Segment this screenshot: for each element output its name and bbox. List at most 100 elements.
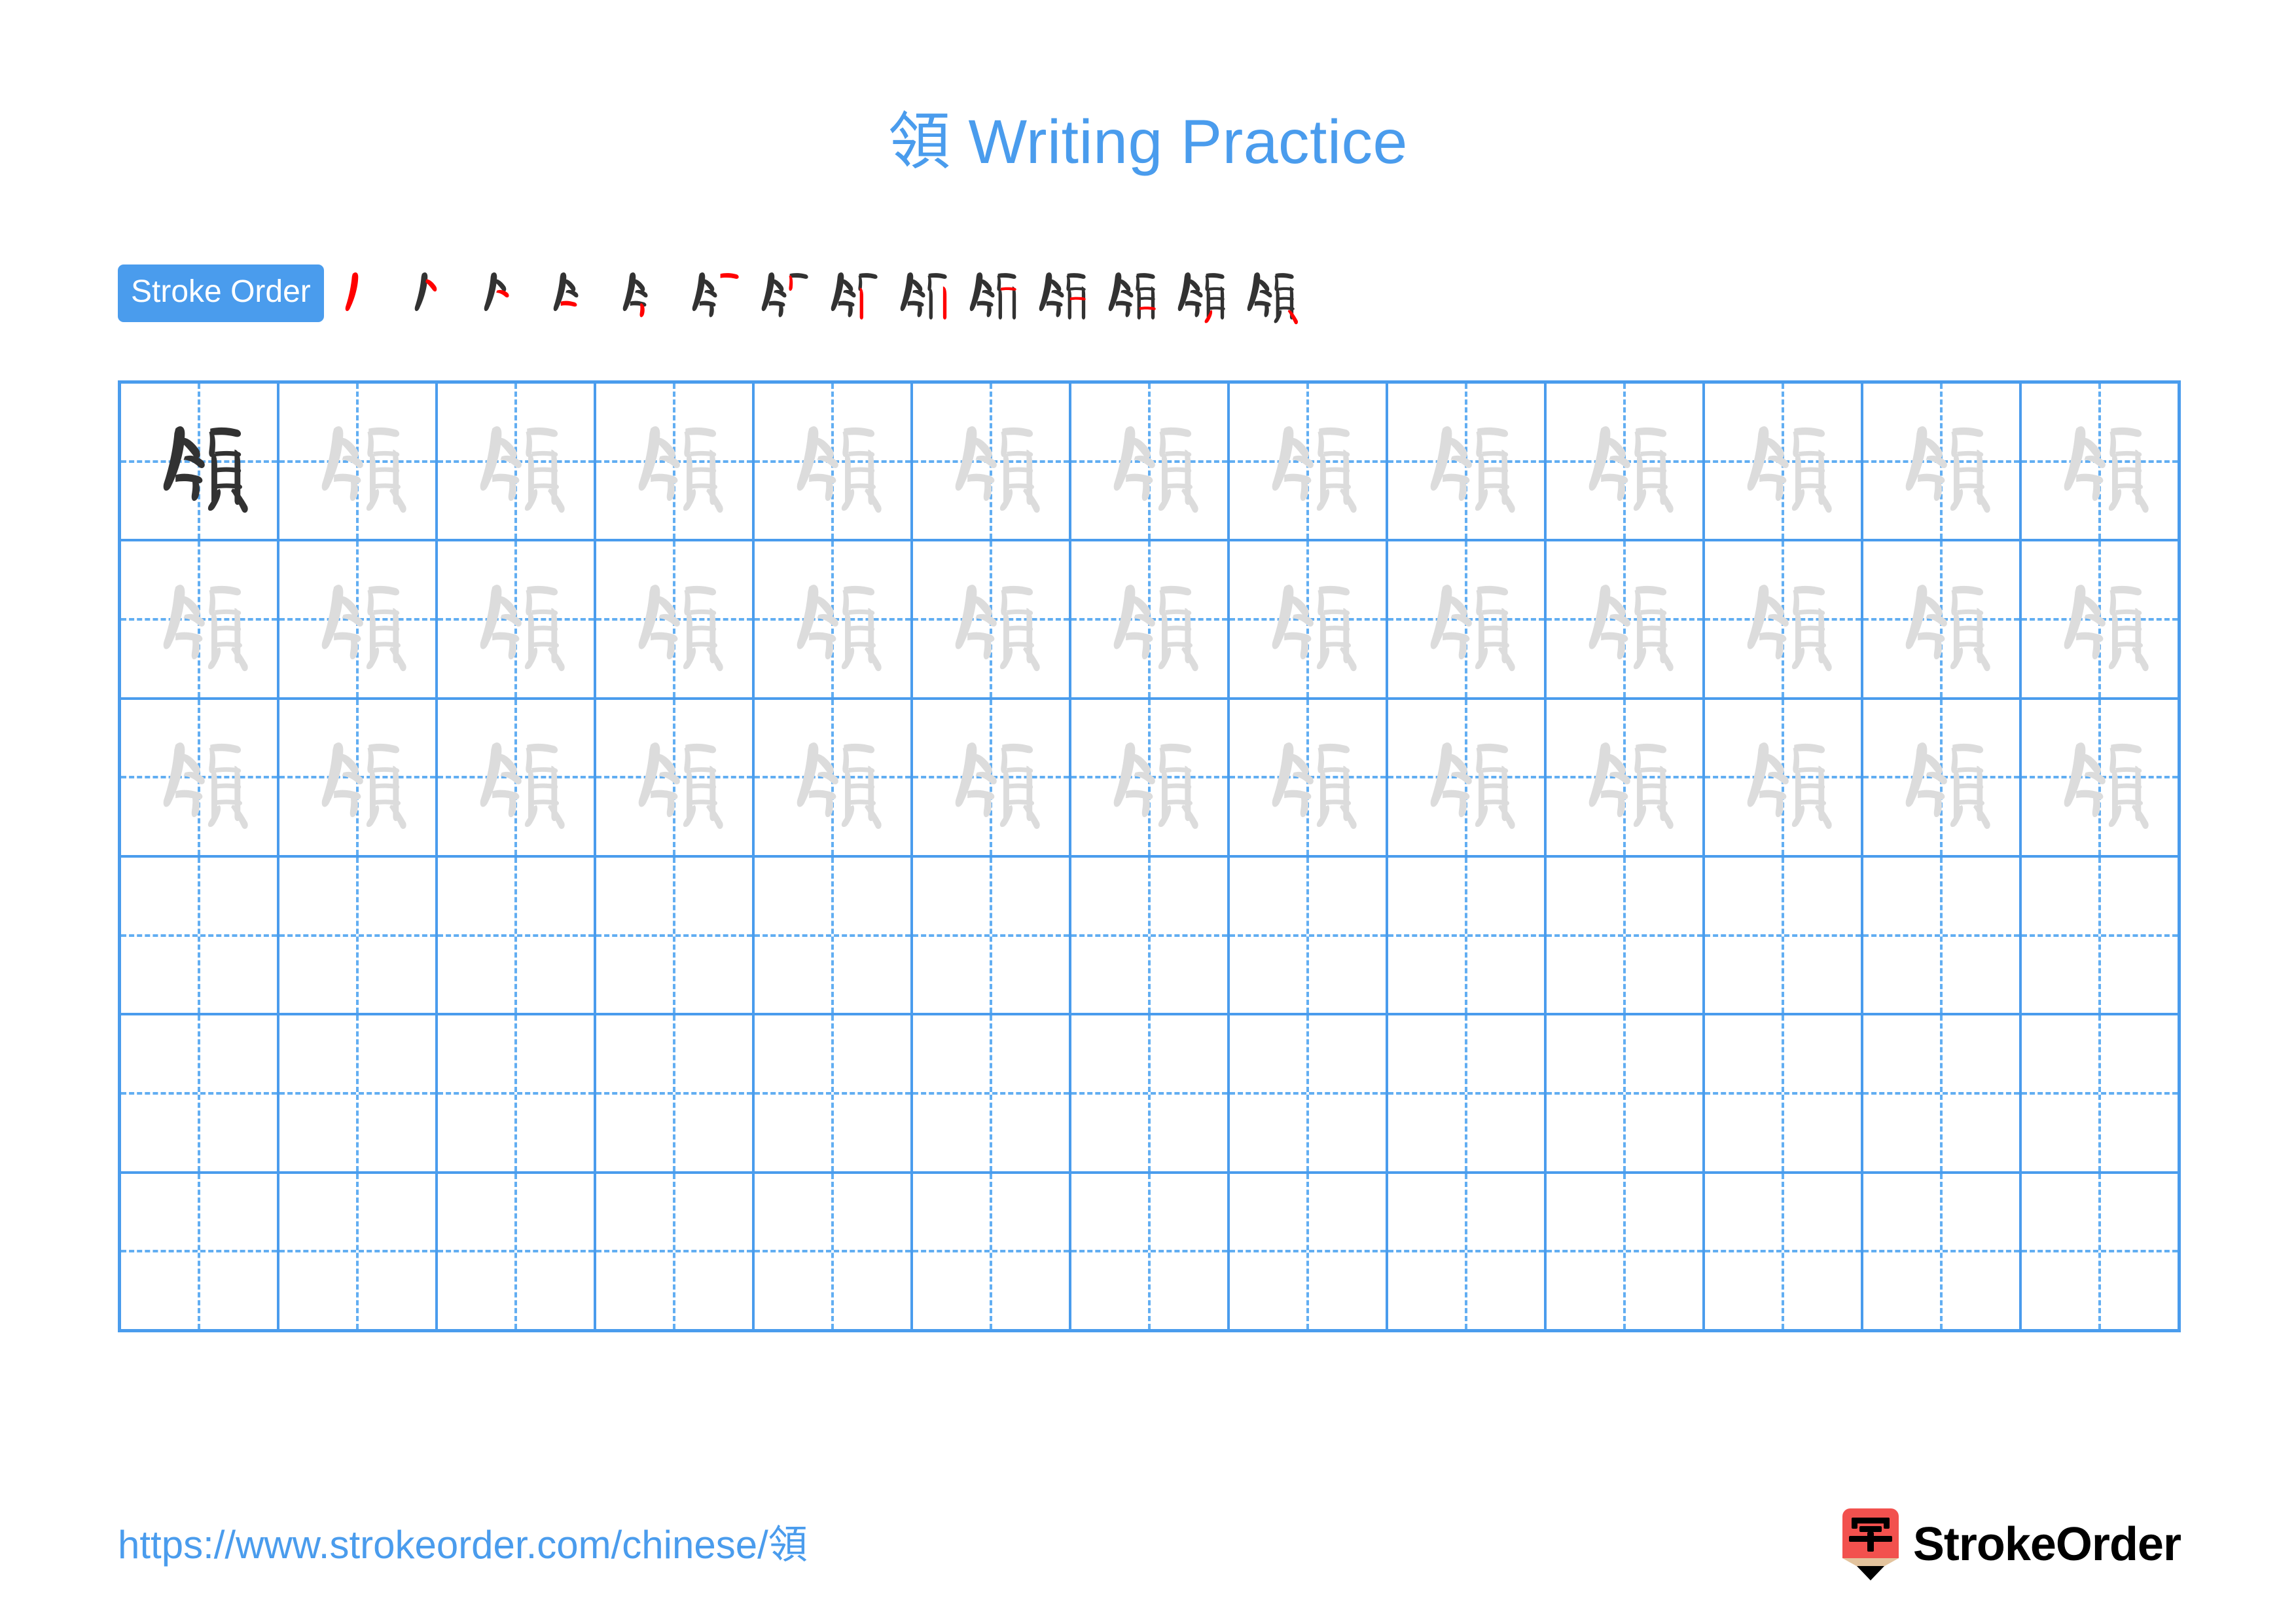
grid-cell-r3-c10[interactable] bbox=[1547, 699, 1705, 855]
grid-cell-r5-c12[interactable] bbox=[1863, 1015, 2022, 1171]
grid-cell-r6-c9[interactable] bbox=[1388, 1173, 1547, 1329]
grid-cell-r6-c11[interactable] bbox=[1705, 1173, 1863, 1329]
grid-cell-r3-c2[interactable] bbox=[279, 699, 438, 855]
stroke-step-13 bbox=[1164, 257, 1234, 330]
grid-cell-r6-c2[interactable] bbox=[279, 1173, 438, 1329]
stroke-step-6-glyph bbox=[692, 272, 739, 318]
grid-cell-r2-c12[interactable] bbox=[1863, 541, 2022, 697]
grid-cell-r3-c5[interactable] bbox=[755, 699, 913, 855]
horizontal-guide bbox=[1388, 934, 1544, 937]
grid-cell-r4-c6[interactable] bbox=[913, 857, 1071, 1013]
grid-cell-r3-c13[interactable] bbox=[2022, 699, 2178, 855]
grid-cell-r3-c1[interactable] bbox=[121, 699, 279, 855]
grid-cell-r6-c1[interactable] bbox=[121, 1173, 279, 1329]
grid-cell-r1-c3[interactable] bbox=[438, 384, 596, 539]
grid-cell-r3-c6[interactable] bbox=[913, 699, 1071, 855]
grid-cell-r6-c6[interactable] bbox=[913, 1173, 1071, 1329]
grid-cell-r2-c9[interactable] bbox=[1388, 541, 1547, 697]
stroke-step-4 bbox=[540, 257, 609, 330]
grid-cell-r1-c9[interactable] bbox=[1388, 384, 1547, 539]
grid-cell-r2-c1[interactable] bbox=[121, 541, 279, 697]
grid-cell-r1-c10[interactable] bbox=[1547, 384, 1705, 539]
grid-cell-r5-c11[interactable] bbox=[1705, 1015, 1863, 1171]
grid-cell-r2-c4[interactable] bbox=[596, 541, 755, 697]
grid-cell-r1-c11[interactable] bbox=[1705, 384, 1863, 539]
grid-cell-r6-c5[interactable] bbox=[755, 1173, 913, 1329]
grid-cell-r1-c5[interactable] bbox=[755, 384, 913, 539]
grid-cell-r4-c11[interactable] bbox=[1705, 857, 1863, 1013]
cell-character bbox=[1388, 384, 1544, 539]
grid-cell-r3-c8[interactable] bbox=[1230, 699, 1388, 855]
stroke-order-section: Stroke Order bbox=[118, 254, 2186, 333]
grid-row bbox=[121, 1173, 2178, 1329]
grid-cell-r3-c4[interactable] bbox=[596, 699, 755, 855]
grid-cell-r6-c3[interactable] bbox=[438, 1173, 596, 1329]
grid-cell-r6-c4[interactable] bbox=[596, 1173, 755, 1329]
grid-cell-r6-c7[interactable] bbox=[1071, 1173, 1230, 1329]
grid-cell-r5-c6[interactable] bbox=[913, 1015, 1071, 1171]
horizontal-guide bbox=[596, 934, 752, 937]
grid-cell-r3-c9[interactable] bbox=[1388, 699, 1547, 855]
footer-url[interactable]: https://www.strokeorder.com/chinese/領 bbox=[118, 1525, 808, 1565]
grid-cell-r2-c8[interactable] bbox=[1230, 541, 1388, 697]
grid-cell-r6-c10[interactable] bbox=[1547, 1173, 1705, 1329]
grid-cell-r4-c12[interactable] bbox=[1863, 857, 2022, 1013]
grid-cell-r1-c2[interactable] bbox=[279, 384, 438, 539]
grid-cell-r4-c4[interactable] bbox=[596, 857, 755, 1013]
grid-cell-r1-c7[interactable] bbox=[1071, 384, 1230, 539]
grid-cell-r3-c7[interactable] bbox=[1071, 699, 1230, 855]
grid-cell-r2-c10[interactable] bbox=[1547, 541, 1705, 697]
stroke-step-14 bbox=[1234, 257, 1303, 330]
grid-cell-r4-c9[interactable] bbox=[1388, 857, 1547, 1013]
cell-character bbox=[121, 541, 277, 697]
grid-cell-r6-c12[interactable] bbox=[1863, 1173, 2022, 1329]
grid-cell-r5-c13[interactable] bbox=[2022, 1015, 2178, 1171]
grid-cell-r2-c6[interactable] bbox=[913, 541, 1071, 697]
grid-cell-r6-c13[interactable] bbox=[2022, 1173, 2178, 1329]
stroke-order-steps bbox=[332, 257, 1303, 330]
grid-cell-r5-c2[interactable] bbox=[279, 1015, 438, 1171]
horizontal-guide bbox=[438, 1091, 594, 1095]
grid-cell-r1-c13[interactable] bbox=[2022, 384, 2178, 539]
grid-row bbox=[121, 541, 2178, 700]
grid-cell-r4-c10[interactable] bbox=[1547, 857, 1705, 1013]
stroke-step-7-glyph bbox=[761, 272, 808, 318]
grid-cell-r1-c1[interactable] bbox=[121, 384, 279, 539]
grid-cell-r4-c8[interactable] bbox=[1230, 857, 1388, 1013]
grid-cell-r6-c8[interactable] bbox=[1230, 1173, 1388, 1329]
horizontal-guide bbox=[121, 1250, 277, 1253]
grid-cell-r5-c8[interactable] bbox=[1230, 1015, 1388, 1171]
grid-cell-r2-c13[interactable] bbox=[2022, 541, 2178, 697]
grid-cell-r1-c4[interactable] bbox=[596, 384, 755, 539]
grid-row bbox=[121, 857, 2178, 1016]
grid-cell-r4-c7[interactable] bbox=[1071, 857, 1230, 1013]
grid-cell-r5-c3[interactable] bbox=[438, 1015, 596, 1171]
grid-cell-r2-c5[interactable] bbox=[755, 541, 913, 697]
grid-cell-r4-c1[interactable] bbox=[121, 857, 279, 1013]
cell-character bbox=[2022, 384, 2178, 539]
grid-cell-r2-c2[interactable] bbox=[279, 541, 438, 697]
grid-cell-r1-c12[interactable] bbox=[1863, 384, 2022, 539]
grid-cell-r5-c4[interactable] bbox=[596, 1015, 755, 1171]
grid-cell-r5-c7[interactable] bbox=[1071, 1015, 1230, 1171]
grid-cell-r5-c9[interactable] bbox=[1388, 1015, 1547, 1171]
grid-cell-r1-c6[interactable] bbox=[913, 384, 1071, 539]
grid-cell-r4-c3[interactable] bbox=[438, 857, 596, 1013]
grid-cell-r3-c12[interactable] bbox=[1863, 699, 2022, 855]
grid-cell-r2-c11[interactable] bbox=[1705, 541, 1863, 697]
cell-character bbox=[1705, 541, 1861, 697]
grid-cell-r5-c1[interactable] bbox=[121, 1015, 279, 1171]
grid-cell-r5-c5[interactable] bbox=[755, 1015, 913, 1171]
grid-cell-r1-c8[interactable] bbox=[1230, 384, 1388, 539]
grid-cell-r4-c13[interactable] bbox=[2022, 857, 2178, 1013]
grid-cell-r4-c2[interactable] bbox=[279, 857, 438, 1013]
stroke-step-10-glyph bbox=[969, 272, 1016, 320]
cell-character bbox=[1547, 541, 1702, 697]
grid-cell-r2-c3[interactable] bbox=[438, 541, 596, 697]
grid-cell-r5-c10[interactable] bbox=[1547, 1015, 1705, 1171]
brand-logo[interactable]: StrokeOrder bbox=[1842, 1506, 2181, 1583]
grid-cell-r3-c3[interactable] bbox=[438, 699, 596, 855]
grid-cell-r2-c7[interactable] bbox=[1071, 541, 1230, 697]
grid-cell-r3-c11[interactable] bbox=[1705, 699, 1863, 855]
grid-cell-r4-c5[interactable] bbox=[755, 857, 913, 1013]
